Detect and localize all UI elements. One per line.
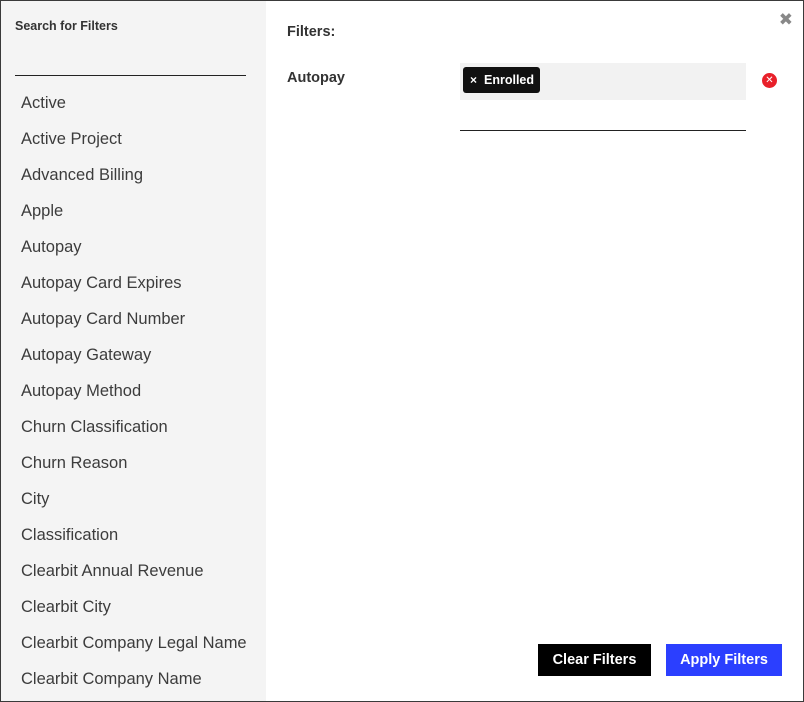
filter-list: Active Active Project Advanced Billing Appl… xyxy=(1,85,266,697)
filter-option-item[interactable]: Autopay Gateway xyxy=(1,337,266,373)
remove-circle-icon[interactable]: ✕ xyxy=(762,73,777,88)
filter-option-item[interactable]: Active xyxy=(1,85,266,121)
clear-filters-button[interactable]: Clear Filters xyxy=(538,644,651,676)
apply-filters-button[interactable]: Apply Filters xyxy=(666,644,782,676)
filter-option-item[interactable]: Autopay Method xyxy=(1,373,266,409)
filter-option-item[interactable]: Churn Reason xyxy=(1,445,266,481)
filter-option-item[interactable]: Churn Classification xyxy=(1,409,266,445)
filter-option-item[interactable]: Apple xyxy=(1,193,266,229)
filter-option-item[interactable]: Advanced Billing xyxy=(1,157,266,193)
filter-option-item[interactable]: Clearbit Annual Revenue xyxy=(1,553,266,589)
filters-title: Filters: xyxy=(287,24,336,40)
filter-option-item[interactable]: Classification xyxy=(1,517,266,553)
filter-sidebar: Search for Filters Active Active Project A… xyxy=(1,1,266,701)
value-chip: × Enrolled xyxy=(463,67,541,93)
filters-panel: ✖ Filters: Autopay × Enrolled ✕ Clear Fi… xyxy=(266,1,803,701)
filter-option-item[interactable]: Active Project xyxy=(1,121,266,157)
filter-option-item[interactable]: Autopay xyxy=(1,229,266,265)
active-filter-label: Autopay xyxy=(287,70,345,86)
filter-option-item[interactable]: Clearbit Company Name xyxy=(1,661,266,697)
chip-label: Enrolled xyxy=(484,73,535,87)
search-filters-input[interactable] xyxy=(15,45,246,76)
filters-modal: Search for Filters Active Active Project A… xyxy=(0,0,804,702)
selected-values-box: × Enrolled xyxy=(460,63,746,100)
filter-value-input[interactable] xyxy=(460,100,746,131)
search-label: Search for Filters xyxy=(15,19,118,33)
filter-option-item[interactable]: Clearbit Company Legal Name xyxy=(1,625,266,661)
filter-option-item[interactable]: Autopay Card Expires xyxy=(1,265,266,301)
chip-remove-icon[interactable]: × xyxy=(470,67,477,93)
filter-option-item[interactable]: Clearbit City xyxy=(1,589,266,625)
filter-option-item[interactable]: City xyxy=(1,481,266,517)
filter-option-item[interactable]: Autopay Card Number xyxy=(1,301,266,337)
close-icon[interactable]: ✖ xyxy=(779,10,793,30)
